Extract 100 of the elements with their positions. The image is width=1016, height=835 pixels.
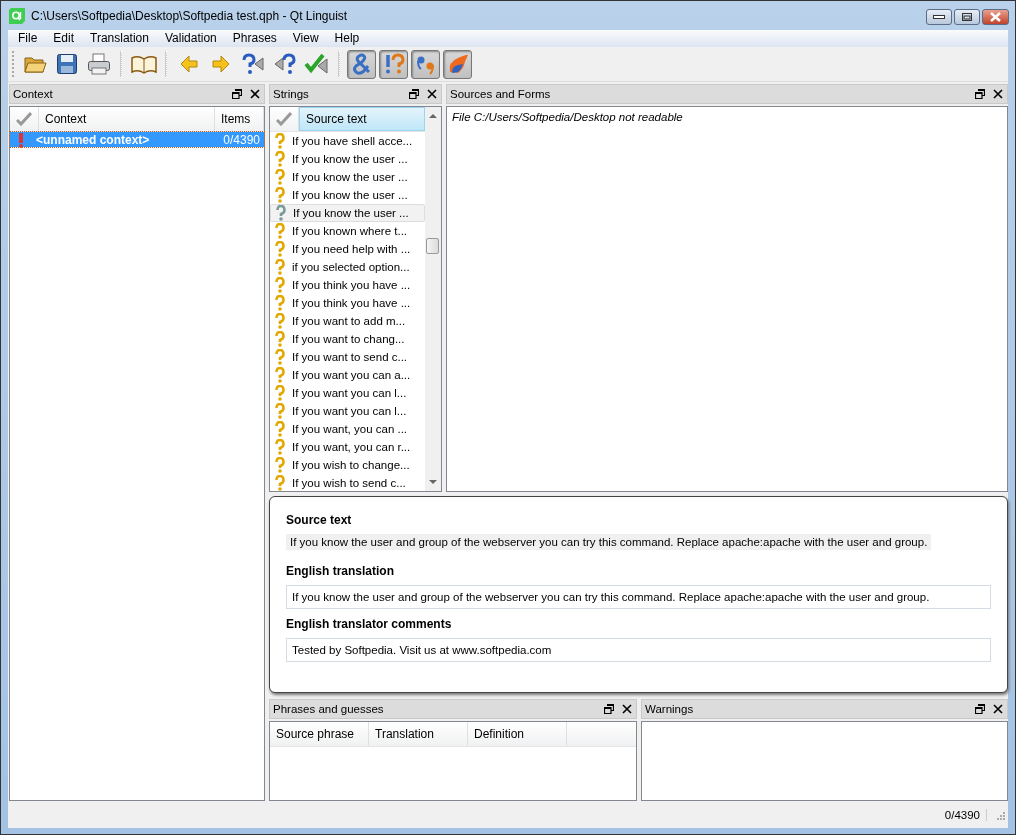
string-row[interactable]: If you need help with ... [270, 240, 425, 258]
source-string: If you need help with ... [292, 243, 411, 255]
close-icon[interactable] [427, 89, 437, 99]
string-row[interactable]: If you want to send c... [270, 348, 425, 366]
field-label: English translator comments [286, 617, 452, 631]
printer-icon [86, 53, 111, 75]
ampersand-icon [350, 53, 373, 75]
scrollbar[interactable] [425, 107, 441, 491]
question-mark-icon [275, 331, 285, 347]
field-label: English translation [286, 564, 394, 578]
menu-item[interactable]: Edit [45, 30, 83, 47]
question-mark-icon [275, 223, 285, 239]
column-header[interactable]: Source phrase [270, 722, 369, 746]
float-icon[interactable] [975, 89, 985, 99]
string-row[interactable]: If you want you can l... [270, 402, 425, 420]
dock-title: Sources and Forms [450, 88, 552, 100]
source-string: If you think you have ... [292, 297, 411, 309]
translation-field[interactable]: If you know the user and group of the webserver you can try this command. Replace apache:apache with the user and group. [286, 585, 991, 609]
source-string: If you have shell acce... [292, 135, 413, 147]
menu-item[interactable]: File [10, 30, 46, 47]
string-row[interactable]: If you wish to send c... [270, 474, 425, 492]
source-string: if you selected option... [292, 261, 410, 273]
maximize-button[interactable] [954, 9, 980, 25]
question-mark-icon [275, 349, 285, 365]
string-row[interactable]: If you wish to change... [270, 456, 425, 474]
resize-grip-icon [995, 809, 1005, 820]
question-arrow-icon [272, 52, 297, 76]
checkmark-arrow-icon [303, 52, 330, 76]
string-row[interactable]: If you know the user ... [270, 150, 425, 168]
left-arrow-icon [178, 54, 199, 74]
string-row[interactable]: If you know the user ... [270, 168, 425, 186]
close-icon[interactable] [250, 89, 260, 99]
column-header[interactable]: Source text [299, 107, 425, 131]
close-icon[interactable] [993, 704, 1003, 714]
menu-item[interactable]: View [284, 30, 327, 47]
source-string: If you want to add m... [292, 315, 406, 327]
menu-item[interactable]: Translation [82, 30, 157, 47]
close-icon [989, 12, 1002, 22]
minimize-button[interactable] [926, 9, 952, 25]
source-string: If you want, you can r... [292, 441, 411, 453]
scroll-thumb[interactable] [426, 238, 439, 254]
status-count: 0/4390 [944, 808, 987, 821]
toolbar-button[interactable] [443, 49, 472, 79]
string-row[interactable]: If you want you can l... [270, 384, 425, 402]
dock-title: Warnings [645, 703, 695, 715]
question-mark-icon [275, 241, 285, 257]
question-mark-icon [275, 439, 285, 455]
close-icon[interactable] [622, 704, 632, 714]
comment-field[interactable]: Tested by Softpedia. Visit us at www.softpedia.com [286, 638, 991, 662]
menu-item[interactable]: Validation [156, 30, 225, 47]
source-string: If you wish to change... [292, 459, 410, 471]
question-mark-icon [275, 169, 285, 185]
float-icon[interactable] [232, 89, 242, 99]
float-icon[interactable] [975, 704, 985, 714]
source-string: If you know the user ... [293, 207, 409, 219]
source-string: If you want you can l... [292, 387, 407, 399]
checkmark-icon [276, 112, 292, 126]
right-arrow-icon [210, 54, 231, 74]
float-icon[interactable] [604, 704, 614, 714]
close-button[interactable] [982, 9, 1009, 25]
question-mark-icon [275, 457, 285, 473]
toolbar-button[interactable] [411, 49, 440, 79]
column-header[interactable]: Definition [468, 722, 567, 746]
source-string: If you known where t... [292, 225, 408, 237]
scroll-up-icon [429, 113, 437, 118]
dock-title: Strings [273, 88, 310, 100]
string-row[interactable]: If you want to add m... [270, 312, 425, 330]
source-string: If you want, you can ... [292, 423, 408, 435]
source-string: If you want to chang... [292, 333, 405, 345]
string-row[interactable]: If you think you have ... [270, 276, 425, 294]
toolbar-button[interactable] [347, 49, 376, 79]
column-header[interactable]: Translation [369, 722, 468, 746]
float-icon[interactable] [409, 89, 419, 99]
string-row[interactable]: if you selected option... [270, 258, 425, 276]
string-row[interactable]: If you want to chang... [270, 330, 425, 348]
question-mark-icon [275, 133, 285, 149]
question-mark-icon [275, 259, 285, 275]
question-mark-icon [275, 475, 285, 491]
string-row[interactable]: If you known where t... [270, 222, 425, 240]
string-row[interactable]: If you want, you can r... [270, 438, 425, 456]
close-icon[interactable] [993, 89, 1003, 99]
string-row[interactable]: If you know the user ... [270, 186, 425, 204]
dock-title: Phrases and guesses [273, 703, 385, 715]
string-row[interactable]: If you think you have ... [270, 294, 425, 312]
question-mark-icon [275, 187, 285, 203]
source-string: If you want you can a... [292, 369, 411, 381]
menu-item[interactable]: Phrases [224, 30, 285, 47]
string-row[interactable]: If you know the user ... [270, 204, 425, 222]
string-row[interactable]: If you want you can a... [270, 366, 425, 384]
source-string: If you know the user ... [292, 171, 408, 183]
question-mark-icon [275, 277, 285, 293]
scroll-down-icon [429, 480, 437, 485]
menu-item[interactable]: Help [326, 30, 368, 47]
context-name: <unnamed context> [36, 132, 151, 147]
toolbar-button[interactable] [379, 49, 408, 79]
open-book-icon [130, 54, 157, 74]
question-mark-icon [275, 151, 285, 167]
question-mark-icon [275, 403, 285, 419]
string-row[interactable]: If you have shell acce... [270, 132, 425, 150]
string-row[interactable]: If you want, you can ... [270, 420, 425, 438]
